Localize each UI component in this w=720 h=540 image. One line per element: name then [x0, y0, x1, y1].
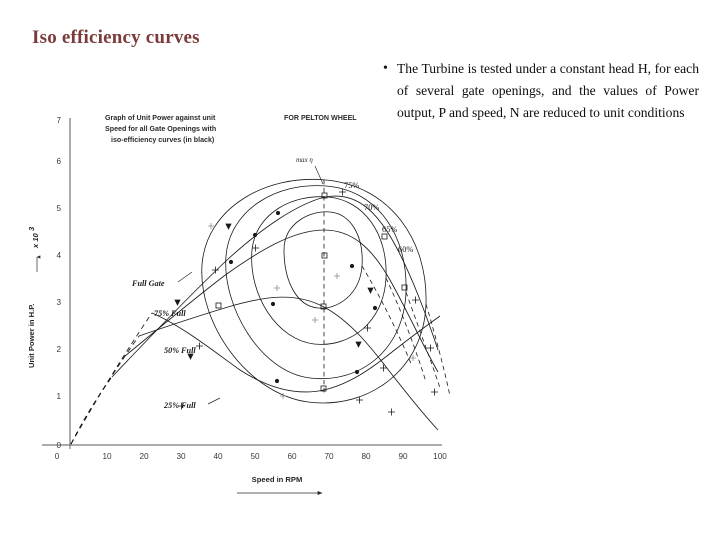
machine-type-label: FOR PELTON WHEEL	[284, 114, 357, 122]
x-tick-50: 50	[250, 452, 260, 461]
iso-contour-65	[225, 185, 407, 380]
x-tick-70: 70	[324, 452, 334, 461]
y-tick-3: 3	[56, 298, 61, 307]
y-tick-7: 7	[56, 116, 61, 125]
x-tick-0: 0	[55, 452, 60, 461]
x-tick-20: 20	[139, 452, 149, 461]
eff-label-60: 60%	[398, 245, 413, 254]
x-tick-100: 100	[433, 452, 447, 461]
y-axis-title-group: Unit Power in H.P. x 10 3	[27, 226, 41, 368]
max-eta-label: max η	[296, 156, 313, 164]
gate-label-50-full: 50% Full	[164, 346, 196, 355]
y-tick-6: 6	[56, 157, 61, 166]
max-efficiency-line: max η	[296, 156, 325, 396]
y-tick-5: 5	[56, 204, 61, 213]
chart-axes	[42, 118, 442, 446]
iso-efficiency-chart: Graph of Unit Power against unit Speed f…	[12, 100, 460, 500]
iso-contour-75	[283, 211, 363, 309]
y-axis-multiplier: x 10	[31, 232, 40, 249]
x-tick-30: 30	[176, 452, 186, 461]
y-tick-0: 0	[56, 441, 61, 450]
caption-line-1: Graph of Unit Power against unit	[105, 114, 216, 122]
slide-canvas: Iso efficiency curves • The Turbine is t…	[0, 0, 720, 540]
x-tick-90: 90	[398, 452, 408, 461]
eff-label-75: 75%	[344, 181, 359, 190]
iso-contour-70	[251, 196, 387, 345]
x-axis-tick-labels: 0 10 20 30 40 50 60 70 80 90 100	[55, 441, 447, 461]
chart-svg: Graph of Unit Power against unit Speed f…	[27, 114, 451, 495]
x-tick-40: 40	[213, 452, 223, 461]
eff-label-70: 70%	[364, 203, 379, 212]
chart-caption: Graph of Unit Power against unit Speed f…	[105, 114, 216, 144]
x-tick-80: 80	[361, 452, 371, 461]
y-tick-4: 4	[56, 251, 61, 260]
x-axis-title-group: Speed in RPM	[237, 475, 323, 495]
iso-efficiency-contours	[201, 178, 427, 404]
caption-line-3: iso-efficiency curves (in black)	[111, 136, 215, 144]
x-tick-60: 60	[287, 452, 297, 461]
gate-label-full-gate: Full Gate	[131, 279, 165, 288]
y-axis-title: Unit Power in H.P.	[27, 304, 36, 368]
caption-line-2: Speed for all Gate Openings with	[105, 125, 216, 133]
gate-label-75-full: 75% Full	[154, 309, 186, 318]
efficiency-labels: 75% 70% 65% 60%	[344, 181, 413, 254]
y-tick-1: 1	[56, 392, 61, 401]
x-tick-10: 10	[102, 452, 112, 461]
y-tick-2: 2	[56, 345, 61, 354]
page-title: Iso efficiency curves	[32, 27, 200, 48]
eff-label-65: 65%	[382, 225, 397, 234]
bullet-marker-icon: •	[383, 61, 388, 76]
gate-opening-labels: Full Gate 75% Full 50% Full 25% Full	[131, 271, 221, 410]
data-point-markers	[174, 188, 438, 416]
x-axis-title: Speed in RPM	[252, 475, 303, 484]
origin-ray-lines	[70, 312, 153, 445]
gate-label-25-full: 25% Full	[163, 401, 196, 410]
y-axis-tick-labels: 0 1 2 3 4 5 6 7	[56, 116, 61, 450]
y-axis-exponent: 3	[27, 226, 36, 231]
